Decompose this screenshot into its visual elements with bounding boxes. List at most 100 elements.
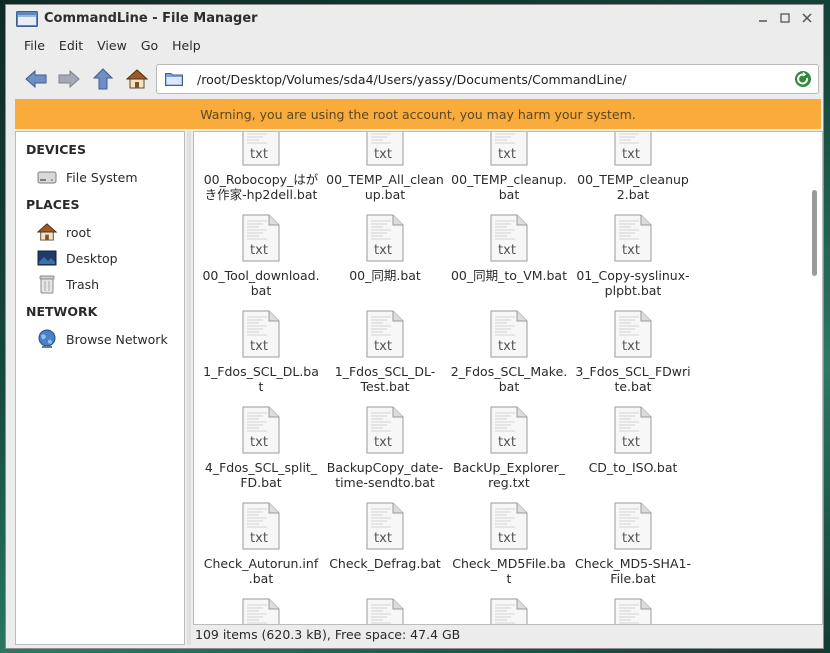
menu-file[interactable]: File xyxy=(17,35,52,57)
text-file-icon: txt xyxy=(242,598,280,624)
sidebar-heading-places: PLACES xyxy=(26,197,80,212)
up-arrow-icon xyxy=(93,68,113,90)
scrollbar-thumb[interactable] xyxy=(812,190,817,276)
text-file-icon: txt xyxy=(490,132,528,166)
text-file-icon: txt xyxy=(242,310,280,358)
text-file-icon: txt xyxy=(490,598,528,624)
trash-icon xyxy=(37,274,57,294)
desktop-icon xyxy=(37,248,57,268)
parent-folder-button[interactable] xyxy=(91,67,115,91)
text-file-icon: txt xyxy=(366,502,404,550)
file-name: CD_to_ISO.bat xyxy=(588,460,678,475)
file-name: 00_TEMP_All_clean up.bat xyxy=(326,172,444,202)
text-file-icon: txt xyxy=(242,502,280,550)
file-name: 01_Copy-syslinux-plpbt.bat xyxy=(576,268,690,298)
text-file-icon: txt xyxy=(614,502,652,550)
svg-text:txt: txt xyxy=(622,531,640,546)
file-name: 00_同期_to_VM.bat xyxy=(450,268,567,283)
svg-text:txt: txt xyxy=(498,147,516,162)
text-file-icon: txt xyxy=(614,598,652,624)
reload-icon[interactable] xyxy=(794,70,812,88)
text-file-icon: txt xyxy=(366,598,404,624)
text-file-icon: txt xyxy=(366,214,404,262)
sidebar-item-label: Trash xyxy=(66,276,100,292)
text-file-icon: txt xyxy=(490,502,528,550)
file-icon-view[interactable]: txt 00_Robocopy_はが き作家-hp2dell.bat txt 00_TE… xyxy=(193,131,823,625)
folder-icon xyxy=(165,73,183,86)
toolbar: /root/Desktop/Volumes/sda4/Users/yassy/D… xyxy=(6,61,823,97)
text-file-icon: txt xyxy=(242,214,280,262)
sidebar-item-desktop[interactable]: Desktop xyxy=(37,247,118,269)
text-file-icon: txt xyxy=(614,214,652,262)
svg-text:txt: txt xyxy=(498,531,516,546)
file-name: 1_Fdos_SCL_DL.ba t xyxy=(203,364,319,394)
sidebar-item-label: Desktop xyxy=(66,250,118,266)
file-name: 00_TEMP_cleanup. bat xyxy=(451,172,567,202)
titlebar[interactable]: CommandLine - File Manager xyxy=(6,5,823,33)
text-file-icon: txt xyxy=(614,132,652,166)
home-icon xyxy=(37,222,57,242)
file-name: 2_Fdos_SCL_Make. bat xyxy=(450,364,568,394)
svg-text:txt: txt xyxy=(250,435,268,450)
forward-arrow-icon xyxy=(58,69,80,89)
sidebar-item-label: Browse Network xyxy=(66,331,168,347)
folder-app-icon xyxy=(16,11,38,27)
sidebar-item-root[interactable]: root xyxy=(37,221,91,243)
text-file-icon: txt xyxy=(614,310,652,358)
sidebar-heading-devices: DEVICES xyxy=(26,142,86,157)
menu-go[interactable]: Go xyxy=(134,35,165,57)
maximize-button[interactable] xyxy=(775,9,795,27)
globe-icon xyxy=(37,329,57,349)
file-name: Check_Autorun.inf .bat xyxy=(203,556,319,586)
drive-icon xyxy=(37,167,57,187)
sidebar-item-file-system[interactable]: File System xyxy=(37,166,138,188)
statusbar: 109 items (620.3 kB), Free space: 47.4 G… xyxy=(195,627,461,642)
pane-splitter[interactable] xyxy=(187,131,191,645)
file-name: Check_Defrag.bat xyxy=(329,556,441,571)
home-button[interactable] xyxy=(125,67,149,91)
forward-button[interactable] xyxy=(57,67,81,91)
menu-help[interactable]: Help xyxy=(165,35,208,57)
file-name: 00_Robocopy_はが き作家-hp2dell.bat xyxy=(203,172,319,202)
window-controls xyxy=(753,9,817,27)
sidebar-item-browse-network[interactable]: Browse Network xyxy=(37,328,168,350)
svg-text:txt: txt xyxy=(622,435,640,450)
svg-text:txt: txt xyxy=(622,243,640,258)
text-file-icon: txt xyxy=(366,310,404,358)
location-bar[interactable]: /root/Desktop/Volumes/sda4/Users/yassy/D… xyxy=(156,64,819,94)
file-name: Check_MD5File.ba t xyxy=(452,556,566,586)
text-file-icon: txt xyxy=(490,406,528,454)
window-title: CommandLine - File Manager xyxy=(44,11,258,26)
svg-text:txt: txt xyxy=(622,339,640,354)
sidebar-heading-network: NETWORK xyxy=(26,304,98,319)
file-name: 4_Fdos_SCL_split_ FD.bat xyxy=(204,460,318,490)
svg-text:txt: txt xyxy=(498,339,516,354)
minimize-button[interactable] xyxy=(753,9,773,27)
menu-edit[interactable]: Edit xyxy=(52,35,90,57)
file-name: 00_同期.bat xyxy=(349,268,421,283)
close-button[interactable] xyxy=(797,9,817,27)
svg-text:txt: txt xyxy=(374,147,392,162)
sidebar-item-label: root xyxy=(66,224,92,240)
svg-text:txt: txt xyxy=(374,435,392,450)
text-file-icon: txt xyxy=(242,406,280,454)
svg-text:txt: txt xyxy=(498,435,516,450)
sidebar-item-trash[interactable]: Trash xyxy=(37,273,99,295)
sidebar: DEVICES File System PLACES root Desktop … xyxy=(15,131,185,645)
back-arrow-icon xyxy=(25,69,47,89)
file-name: 00_TEMP_cleanup 2.bat xyxy=(577,172,689,202)
svg-text:txt: txt xyxy=(498,243,516,258)
svg-text:txt: txt xyxy=(250,147,268,162)
text-file-icon: txt xyxy=(614,406,652,454)
location-path[interactable]: /root/Desktop/Volumes/sda4/Users/yassy/D… xyxy=(197,72,627,87)
file-name: 1_Fdos_SCL_DL- Test.bat xyxy=(334,364,436,394)
file-name: Check_MD5-SHA1- File.bat xyxy=(575,556,691,586)
vertical-scrollbar[interactable] xyxy=(810,134,820,622)
file-name: 3_Fdos_SCL_FDwri te.bat xyxy=(575,364,691,394)
text-file-icon: txt xyxy=(366,406,404,454)
file-name: 00_Tool_download. bat xyxy=(202,268,320,298)
text-file-icon: txt xyxy=(242,132,280,166)
svg-text:txt: txt xyxy=(250,531,268,546)
menu-view[interactable]: View xyxy=(90,35,134,57)
back-button[interactable] xyxy=(24,67,48,91)
